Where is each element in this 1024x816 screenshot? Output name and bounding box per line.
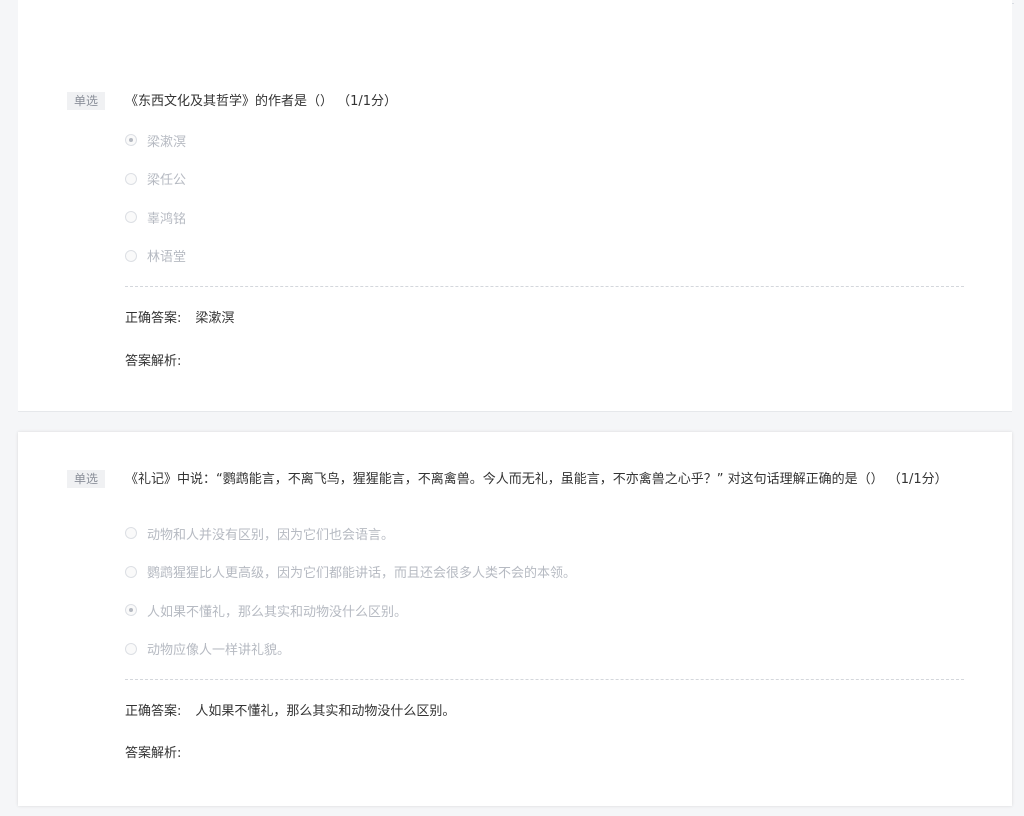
- answer-analysis-label: 答案解析:: [125, 354, 182, 369]
- correct-answer: 正确答案: 人如果不懂礼，那么其实和动物没什么区别。: [125, 703, 964, 721]
- option-d: 动物应像人一样讲礼貌。: [125, 630, 964, 669]
- option-label: 辜鸿铭: [147, 211, 187, 227]
- answer-analysis: 答案解析:: [125, 745, 964, 763]
- divider: [125, 679, 964, 680]
- option-label: 人如果不懂礼，那么其实和动物没什么区别。: [147, 604, 408, 620]
- option-c: 人如果不懂礼，那么其实和动物没什么区别。: [125, 591, 964, 630]
- correct-answer: 正确答案: 梁漱溟: [125, 310, 964, 328]
- question-header: 单选 《礼记》中说：“鹦鹉能言，不离飞鸟，猩猩能言，不离禽兽。今人而无礼，虽能言…: [67, 470, 964, 489]
- option-label: 鹦鹉猩猩比人更高级，因为它们都能讲话，而且还会很多人类不会的本领。: [147, 566, 577, 582]
- option-list: 动物和人并没有区别，因为它们也会语言。 鹦鹉猩猩比人更高级，因为它们都能讲话，而…: [125, 514, 964, 668]
- correct-answer-value: 人如果不懂礼，那么其实和动物没什么区别。: [195, 704, 456, 719]
- question-card: 单选 《东西文化及其哲学》的作者是（） （1/1分） 梁漱溟 梁任公 辜鸿铭 林…: [18, 0, 1012, 412]
- question-card: 单选 《礼记》中说：“鹦鹉能言，不离飞鸟，猩猩能言，不离禽兽。今人而无礼，虽能言…: [18, 432, 1012, 806]
- radio-empty-icon: [125, 565, 137, 578]
- option-label: 梁漱溟: [147, 134, 187, 150]
- question-type-badge: 单选: [67, 92, 105, 110]
- answer-analysis-label: 答案解析:: [125, 746, 182, 761]
- radio-empty-icon: [125, 172, 137, 185]
- question-type-badge: 单选: [67, 470, 105, 488]
- option-b: 鹦鹉猩猩比人更高级，因为它们都能讲话，而且还会很多人类不会的本领。: [125, 553, 964, 592]
- answer-analysis: 答案解析:: [125, 353, 964, 371]
- divider: [125, 286, 964, 287]
- option-list: 梁漱溟 梁任公 辜鸿铭 林语堂: [125, 121, 964, 275]
- correct-answer-value: 梁漱溟: [195, 311, 235, 326]
- question-text: 《礼记》中说：“鹦鹉能言，不离飞鸟，猩猩能言，不离禽兽。今人而无礼，虽能言，不亦…: [125, 472, 948, 487]
- option-a: 动物和人并没有区别，因为它们也会语言。: [125, 514, 964, 553]
- radio-selected-icon: [125, 604, 137, 617]
- option-b: 梁任公: [125, 160, 964, 199]
- question-text: 《东西文化及其哲学》的作者是（） （1/1分）: [125, 94, 398, 109]
- question-header: 单选 《东西文化及其哲学》的作者是（） （1/1分）: [67, 92, 964, 111]
- option-label: 林语堂: [147, 250, 187, 266]
- radio-empty-icon: [125, 527, 137, 540]
- radio-empty-icon: [125, 642, 137, 655]
- correct-answer-label: 正确答案:: [125, 704, 182, 719]
- option-label: 梁任公: [147, 173, 187, 189]
- exam-review-page: 单选 《东西文化及其哲学》的作者是（） （1/1分） 梁漱溟 梁任公 辜鸿铭 林…: [0, 0, 1024, 816]
- correct-answer-label: 正确答案:: [125, 311, 182, 326]
- radio-selected-icon: [125, 134, 137, 147]
- option-label: 动物和人并没有区别，因为它们也会语言。: [147, 527, 395, 543]
- radio-empty-icon: [125, 211, 137, 224]
- option-d: 林语堂: [125, 237, 964, 276]
- option-c: 辜鸿铭: [125, 198, 964, 237]
- option-a: 梁漱溟: [125, 121, 964, 160]
- option-label: 动物应像人一样讲礼貌。: [147, 643, 291, 659]
- radio-empty-icon: [125, 249, 137, 262]
